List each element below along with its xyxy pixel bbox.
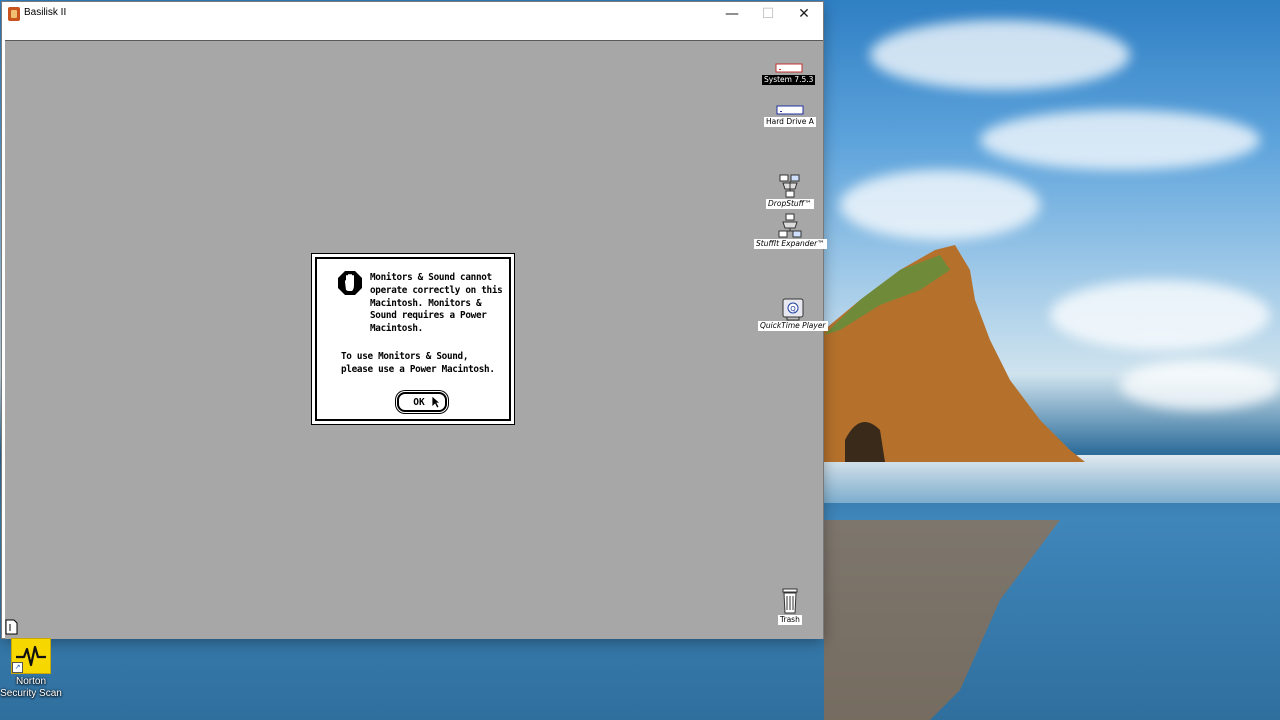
alert-dialog: Monitors & Sound cannot operate correctl… [311,253,515,425]
shortcut-arrow-icon: ↗ [12,662,23,673]
application-icon: Q [782,298,804,321]
mac-desktop-icon-stuffit-expander[interactable]: StuffIt Expander™ [754,213,827,249]
norton-icon: ↗ [11,638,51,674]
mac-icon-label: Trash [778,615,802,625]
mac-desktop-icon-trash[interactable]: Trash [778,587,802,625]
trash-icon [782,588,798,614]
svg-text:Q: Q [790,305,796,313]
disk-icon [775,63,803,73]
mac-icon-label: QuickTime Player [758,321,828,331]
application-icon [778,213,802,238]
desktop-icon-label: Norton Security Scan [0,676,62,699]
application-icon [779,174,800,198]
mac-desktop-icon-system[interactable]: System 7.5.3 [762,61,816,85]
desktop-icon-norton[interactable]: ↗ Norton Security Scan [0,638,62,700]
basilisk-app-icon [8,7,20,21]
mac-desktop-icon-hard-drive[interactable]: Hard Drive A [764,103,816,127]
mac-desktop-icon-quicktime[interactable]: Q QuickTime Player [758,297,828,331]
close-button[interactable]: ✕ [786,2,822,26]
mac-disk-corner-icon [5,619,18,635]
mac-icon-label: DropStuff™ [766,199,814,209]
maximize-button[interactable]: ☐ [750,2,786,26]
mac-desktop-icon-dropstuff[interactable]: DropStuff™ [766,173,814,209]
mac-icon-label: Hard Drive A [764,117,816,127]
mac-icon-label: StuffIt Expander™ [754,239,827,249]
alert-message-secondary: To use Monitors & Sound, please use a Po… [341,351,495,375]
window-title: Basilisk II [24,7,67,18]
disk-icon [776,105,804,115]
window-titlebar[interactable]: Basilisk II — ☐ ✕ [2,2,823,38]
ok-button-label: OK [413,396,425,408]
mac-desktop: System 7.5.3 Hard Drive A DropStuff™ Stu… [5,40,828,639]
mac-icon-label: System 7.5.3 [762,75,816,85]
stop-icon [338,271,362,295]
minimize-button[interactable]: — [714,2,750,26]
mouse-cursor-icon [431,395,441,409]
basilisk-window: Basilisk II — ☐ ✕ System 7.5.3 Hard Driv… [2,2,828,639]
alert-message: Monitors & Sound cannot operate correctl… [370,272,503,335]
